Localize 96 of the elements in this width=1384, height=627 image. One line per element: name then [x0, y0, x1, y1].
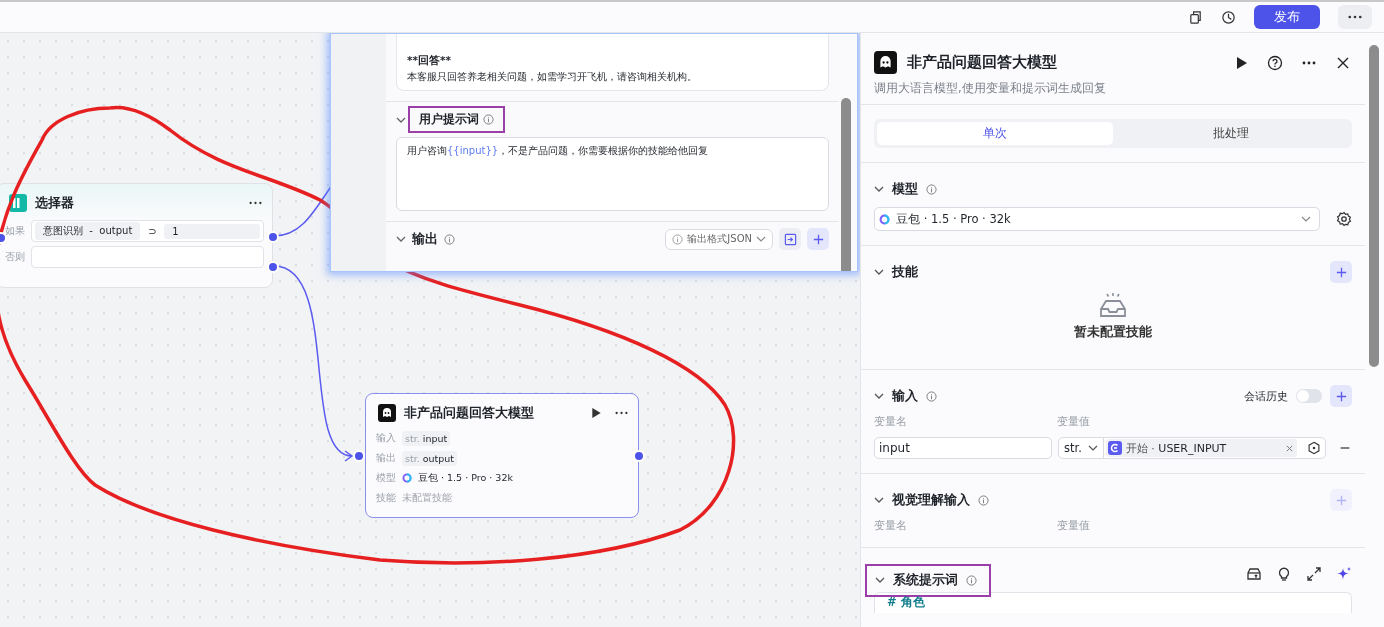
chevron-down-icon: [1087, 445, 1098, 451]
clear-icon[interactable]: [1286, 444, 1293, 452]
output-format-dropdown[interactable]: 输出格式JSON: [665, 228, 773, 250]
scrollbar[interactable]: [841, 98, 851, 271]
prompt-text-line: 本客服只回答养老相关问题，如需学习开飞机，请咨询相关机构。: [407, 70, 698, 84]
info-icon[interactable]: [926, 183, 937, 195]
settings-icon[interactable]: [1336, 211, 1352, 227]
variable-name-field[interactable]: input: [874, 437, 1052, 459]
expand-icon[interactable]: [1306, 566, 1322, 582]
mode-tab[interactable]: 批处理: [1113, 122, 1349, 145]
condition-label: 如果: [5, 224, 25, 238]
user-prompt-field[interactable]: 用户咨询{{input}}，不是产品问题，你需要根据你的技能给他回复: [396, 137, 829, 211]
node-title: 选择器: [35, 194, 75, 212]
chevron-down-icon: [1301, 216, 1311, 222]
more-icon[interactable]: [249, 201, 262, 205]
chevron-down-icon[interactable]: [874, 269, 884, 275]
lightbulb-icon[interactable]: [1276, 566, 1292, 582]
skills-value: 未配置技能: [402, 491, 452, 505]
chevron-down-icon[interactable]: [874, 186, 884, 192]
model-logo-icon: [879, 213, 890, 225]
chevron-down-icon[interactable]: [396, 116, 406, 123]
start-node-icon: [1107, 441, 1122, 455]
llm-node[interactable]: 非产品问题回答大模型 输入 str. input 输出 str. output 模型 豆包 · 1.5 · Pro · 32k 技能 未配置技能: [365, 393, 639, 518]
chevron-down-icon[interactable]: [875, 577, 885, 583]
prompt-text-line: **回答**: [407, 54, 452, 68]
more-icon[interactable]: [615, 411, 628, 415]
import-button[interactable]: [779, 228, 801, 250]
condition-value: 1: [164, 223, 260, 239]
else-field[interactable]: [31, 246, 264, 268]
chevron-down-icon[interactable]: [874, 497, 884, 503]
panel-title: 非产品问题回答大模型: [907, 53, 1057, 72]
scrollbar[interactable]: [1369, 45, 1379, 367]
system-prompt-field[interactable]: # 角色: [874, 592, 1352, 613]
ghost-logo-icon: [874, 51, 897, 74]
selector-node[interactable]: 选择器 如果 意图识别 - output ⊃ 1 否则: [0, 183, 273, 288]
else-label: 否则: [5, 250, 25, 264]
section-title-text: 用户提示词: [419, 111, 479, 128]
add-button[interactable]: [1330, 385, 1352, 407]
type-dropdown[interactable]: str.: [1059, 438, 1104, 458]
field-label: 输出: [376, 451, 396, 465]
ghost-logo-icon: [378, 404, 396, 422]
field-label: 技能: [376, 491, 396, 505]
help-icon[interactable]: [1267, 54, 1283, 71]
copy-icon[interactable]: [1188, 9, 1203, 25]
empty-inbox-icon: [1099, 292, 1127, 318]
section-title-text: 系统提示词: [893, 571, 958, 589]
model-name: 豆包 · 1.5 · Pro · 32k: [418, 471, 513, 485]
chevron-down-icon[interactable]: [874, 393, 884, 399]
plus-icon: [1334, 265, 1348, 279]
plus-icon: [1334, 493, 1348, 507]
info-icon[interactable]: [483, 114, 494, 125]
section-title: 输出: [412, 230, 438, 248]
more-icon: [1348, 15, 1362, 19]
chat-history-label: 会话历史: [1244, 388, 1288, 404]
plus-icon: [1334, 389, 1348, 403]
target-icon[interactable]: [1307, 441, 1321, 455]
section-title: 视觉理解输入: [892, 491, 970, 509]
add-button[interactable]: [807, 228, 829, 250]
field-label: 模型: [376, 471, 396, 485]
info-icon[interactable]: [926, 390, 937, 402]
section-title: 技能: [892, 263, 918, 281]
variable-tag: str. output: [402, 450, 458, 466]
import-icon: [783, 232, 797, 246]
chevron-down-icon[interactable]: [396, 236, 406, 242]
empty-message: 暂未配置技能: [1074, 324, 1152, 341]
variable-tag: str. input: [402, 430, 451, 446]
section-title: 输入: [892, 387, 918, 405]
variable-reference: 开始 · USER_INPUT: [1105, 439, 1297, 457]
history-icon[interactable]: [1221, 9, 1236, 25]
model-logo-icon: [402, 473, 412, 483]
panel-description: 调用大语言模型,使用变量和提示词生成回复: [874, 81, 1107, 96]
add-button[interactable]: [1330, 261, 1352, 283]
info-icon: [672, 233, 684, 245]
field-label: 输入: [376, 431, 396, 445]
library-icon[interactable]: [1246, 566, 1262, 582]
info-icon[interactable]: [444, 233, 455, 245]
mode-tab[interactable]: 单次: [877, 122, 1113, 145]
chat-history-toggle[interactable]: [1296, 389, 1322, 403]
info-icon[interactable]: [978, 494, 989, 506]
column-header: 变量值: [1057, 414, 1090, 429]
model-select[interactable]: 豆包 · 1.5 · Pro · 32k: [874, 207, 1320, 231]
section-title: 模型: [892, 180, 918, 198]
play-icon[interactable]: [592, 408, 601, 418]
condition-field[interactable]: 意图识别 - output ⊃ 1: [31, 220, 264, 242]
node-title: 非产品问题回答大模型: [404, 404, 535, 422]
chevron-down-icon: [756, 236, 766, 242]
column-header: 变量值: [1057, 518, 1090, 533]
operator-label: ⊃: [147, 225, 158, 237]
publish-button[interactable]: 发布: [1254, 5, 1320, 29]
variable-value-field[interactable]: str. 开始 · USER_INPUT: [1058, 437, 1326, 459]
column-header: 变量名: [874, 414, 908, 429]
plus-icon: [811, 232, 825, 246]
column-header: 变量名: [874, 518, 908, 533]
input-port[interactable]: [353, 450, 365, 462]
info-icon[interactable]: [966, 574, 977, 586]
variable-chip: 意图识别 - output: [35, 222, 141, 240]
